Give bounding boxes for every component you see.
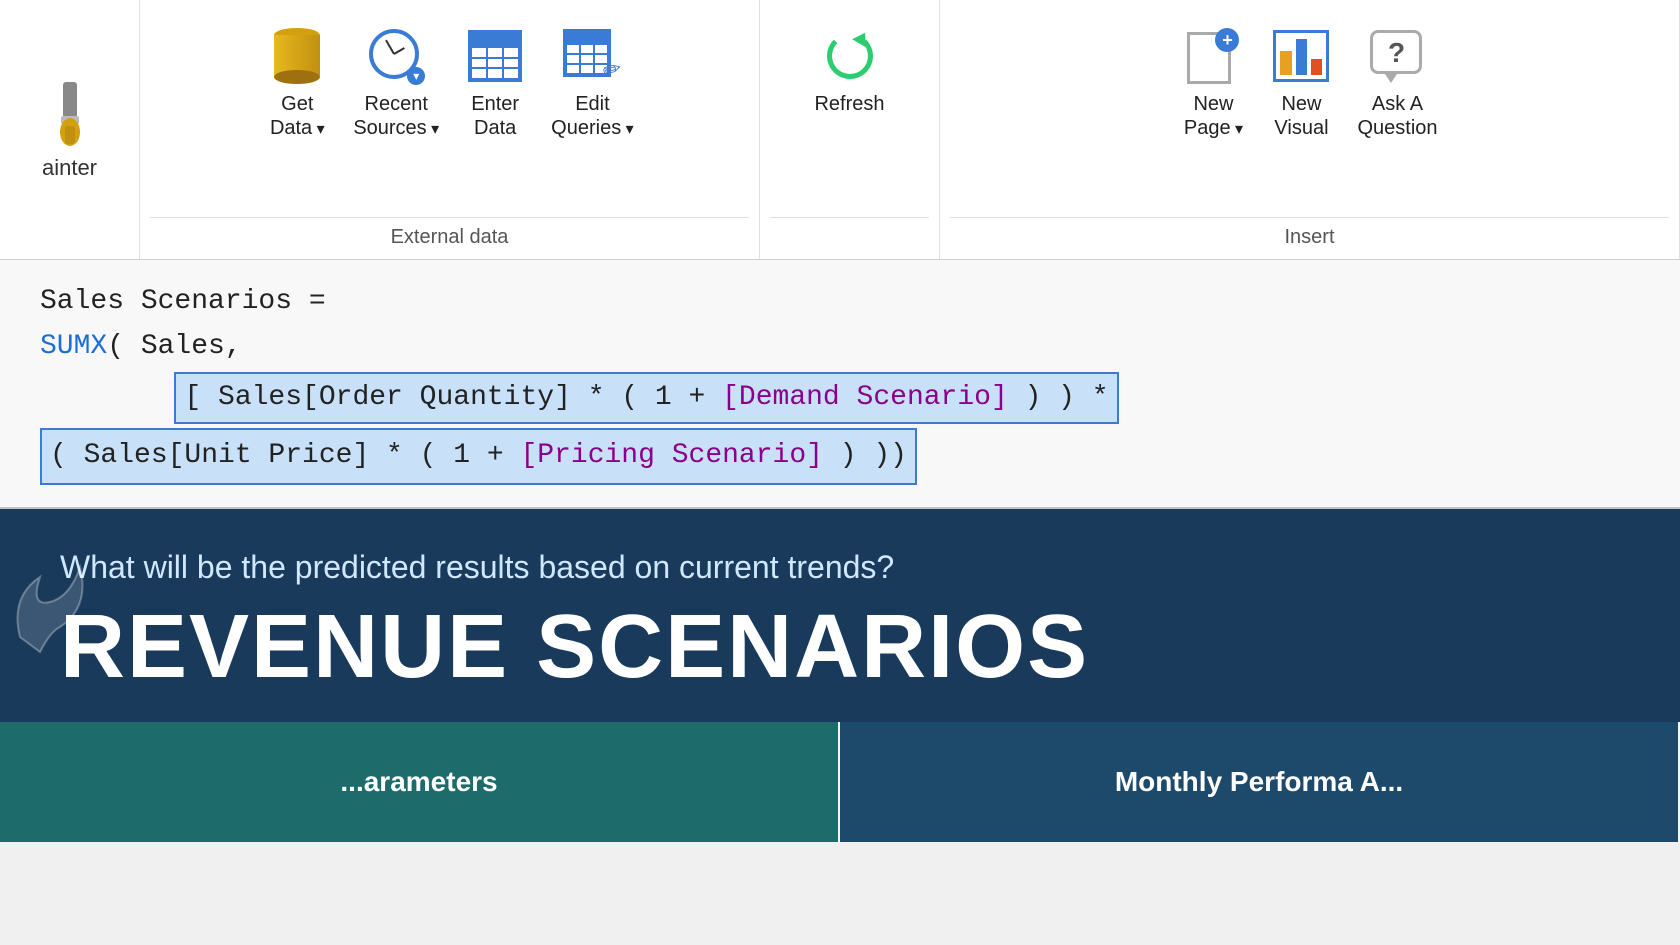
- refresh-icon: [818, 24, 882, 88]
- external-data-buttons: GetData ▾ RecentSources: [255, 0, 643, 217]
- external-data-label: External data: [150, 217, 749, 259]
- insert-buttons: + NewPage NewVisual: [1171, 0, 1447, 217]
- format-painter-icon-area: [35, 79, 105, 149]
- refresh-button[interactable]: Refresh: [804, 18, 894, 122]
- refresh-label: Refresh: [814, 92, 884, 116]
- ribbon: ainter GetData: [0, 0, 1680, 260]
- external-data-group: GetData ▾ RecentSources: [140, 0, 760, 259]
- recent-sources-button[interactable]: ▾ RecentSources: [343, 18, 449, 146]
- ask-question-button[interactable]: ? Ask AQuestion: [1347, 18, 1447, 146]
- code-segment-2: ) ) *: [1008, 382, 1109, 413]
- new-visual-label: NewVisual: [1274, 92, 1328, 140]
- new-visual-icon: [1269, 24, 1333, 88]
- monthly-performance-card[interactable]: Monthly Performa A...: [840, 722, 1680, 842]
- highlighted-block-2: ( Sales[Unit Price] * ( 1 + [Pricing Sce…: [40, 428, 917, 485]
- new-page-button[interactable]: + NewPage: [1171, 18, 1255, 146]
- hero-section: What will be the predicted results based…: [0, 509, 1680, 722]
- enter-data-label: EnterData: [471, 92, 519, 140]
- code-editor[interactable]: Sales Scenarios = SUMX( Sales, [ Sales[O…: [0, 260, 1680, 509]
- painter-label: ainter: [42, 155, 97, 181]
- format-painter-section: ainter: [0, 0, 140, 259]
- enter-data-icon: [463, 24, 527, 88]
- new-visual-button[interactable]: NewVisual: [1259, 18, 1343, 146]
- edit-queries-icon: ✏: [560, 24, 624, 88]
- code-line-1: Sales Scenarios =: [40, 280, 1640, 325]
- edit-queries-label: EditQueries: [551, 92, 634, 140]
- recent-sources-label: RecentSources: [353, 92, 439, 140]
- enter-data-button[interactable]: EnterData: [453, 18, 537, 146]
- hero-decorative-icon: [10, 557, 90, 662]
- get-data-label: GetData: [270, 92, 325, 140]
- hero-subtitle: What will be the predicted results based…: [60, 549, 894, 586]
- svg-text:?: ?: [1388, 37, 1405, 68]
- code-segment-4: ) )): [823, 440, 907, 471]
- get-data-icon: [265, 24, 329, 88]
- monthly-card-label: Monthly Performa A...: [1115, 766, 1403, 798]
- refresh-group-label: [770, 217, 929, 259]
- parameters-card[interactable]: ...arameters: [0, 722, 840, 842]
- highlighted-block-1: [ Sales[Order Quantity] * ( 1 + [Demand …: [174, 372, 1118, 425]
- code-line-2: SUMX( Sales,: [40, 325, 1640, 370]
- refresh-buttons: Refresh: [804, 0, 894, 217]
- demand-scenario-ref: [Demand Scenario]: [722, 382, 1008, 413]
- code-line-3: [ Sales[Order Quantity] * ( 1 + [Demand …: [40, 370, 1640, 427]
- pricing-scenario-ref: [Pricing Scenario]: [520, 440, 822, 471]
- bottom-cards-row: ...arameters Monthly Performa A...: [0, 722, 1680, 842]
- insert-label: Insert: [950, 217, 1669, 259]
- recent-sources-icon: ▾: [364, 24, 428, 88]
- new-page-label: NewPage: [1184, 92, 1243, 140]
- hero-title: REVENUE SCENARIOS: [60, 602, 1089, 692]
- refresh-group: Refresh: [760, 0, 940, 259]
- get-data-button[interactable]: GetData: [255, 18, 339, 146]
- ask-question-label: Ask AQuestion: [1357, 92, 1437, 140]
- edit-queries-button[interactable]: ✏ EditQueries: [541, 18, 644, 146]
- new-page-icon: +: [1181, 24, 1245, 88]
- code-segment-1: [ Sales[Order Quantity] * ( 1 +: [184, 382, 722, 413]
- code-segment-3: ( Sales[Unit Price] * ( 1 +: [50, 440, 520, 471]
- sumx-keyword: SUMX: [40, 331, 107, 362]
- parameters-card-label: ...arameters: [340, 766, 497, 798]
- question-mark-icon: ?: [1376, 36, 1418, 70]
- insert-group: + NewPage NewVisual: [940, 0, 1680, 259]
- ask-icon: ?: [1366, 24, 1430, 88]
- paintbrush-icon: [43, 82, 97, 146]
